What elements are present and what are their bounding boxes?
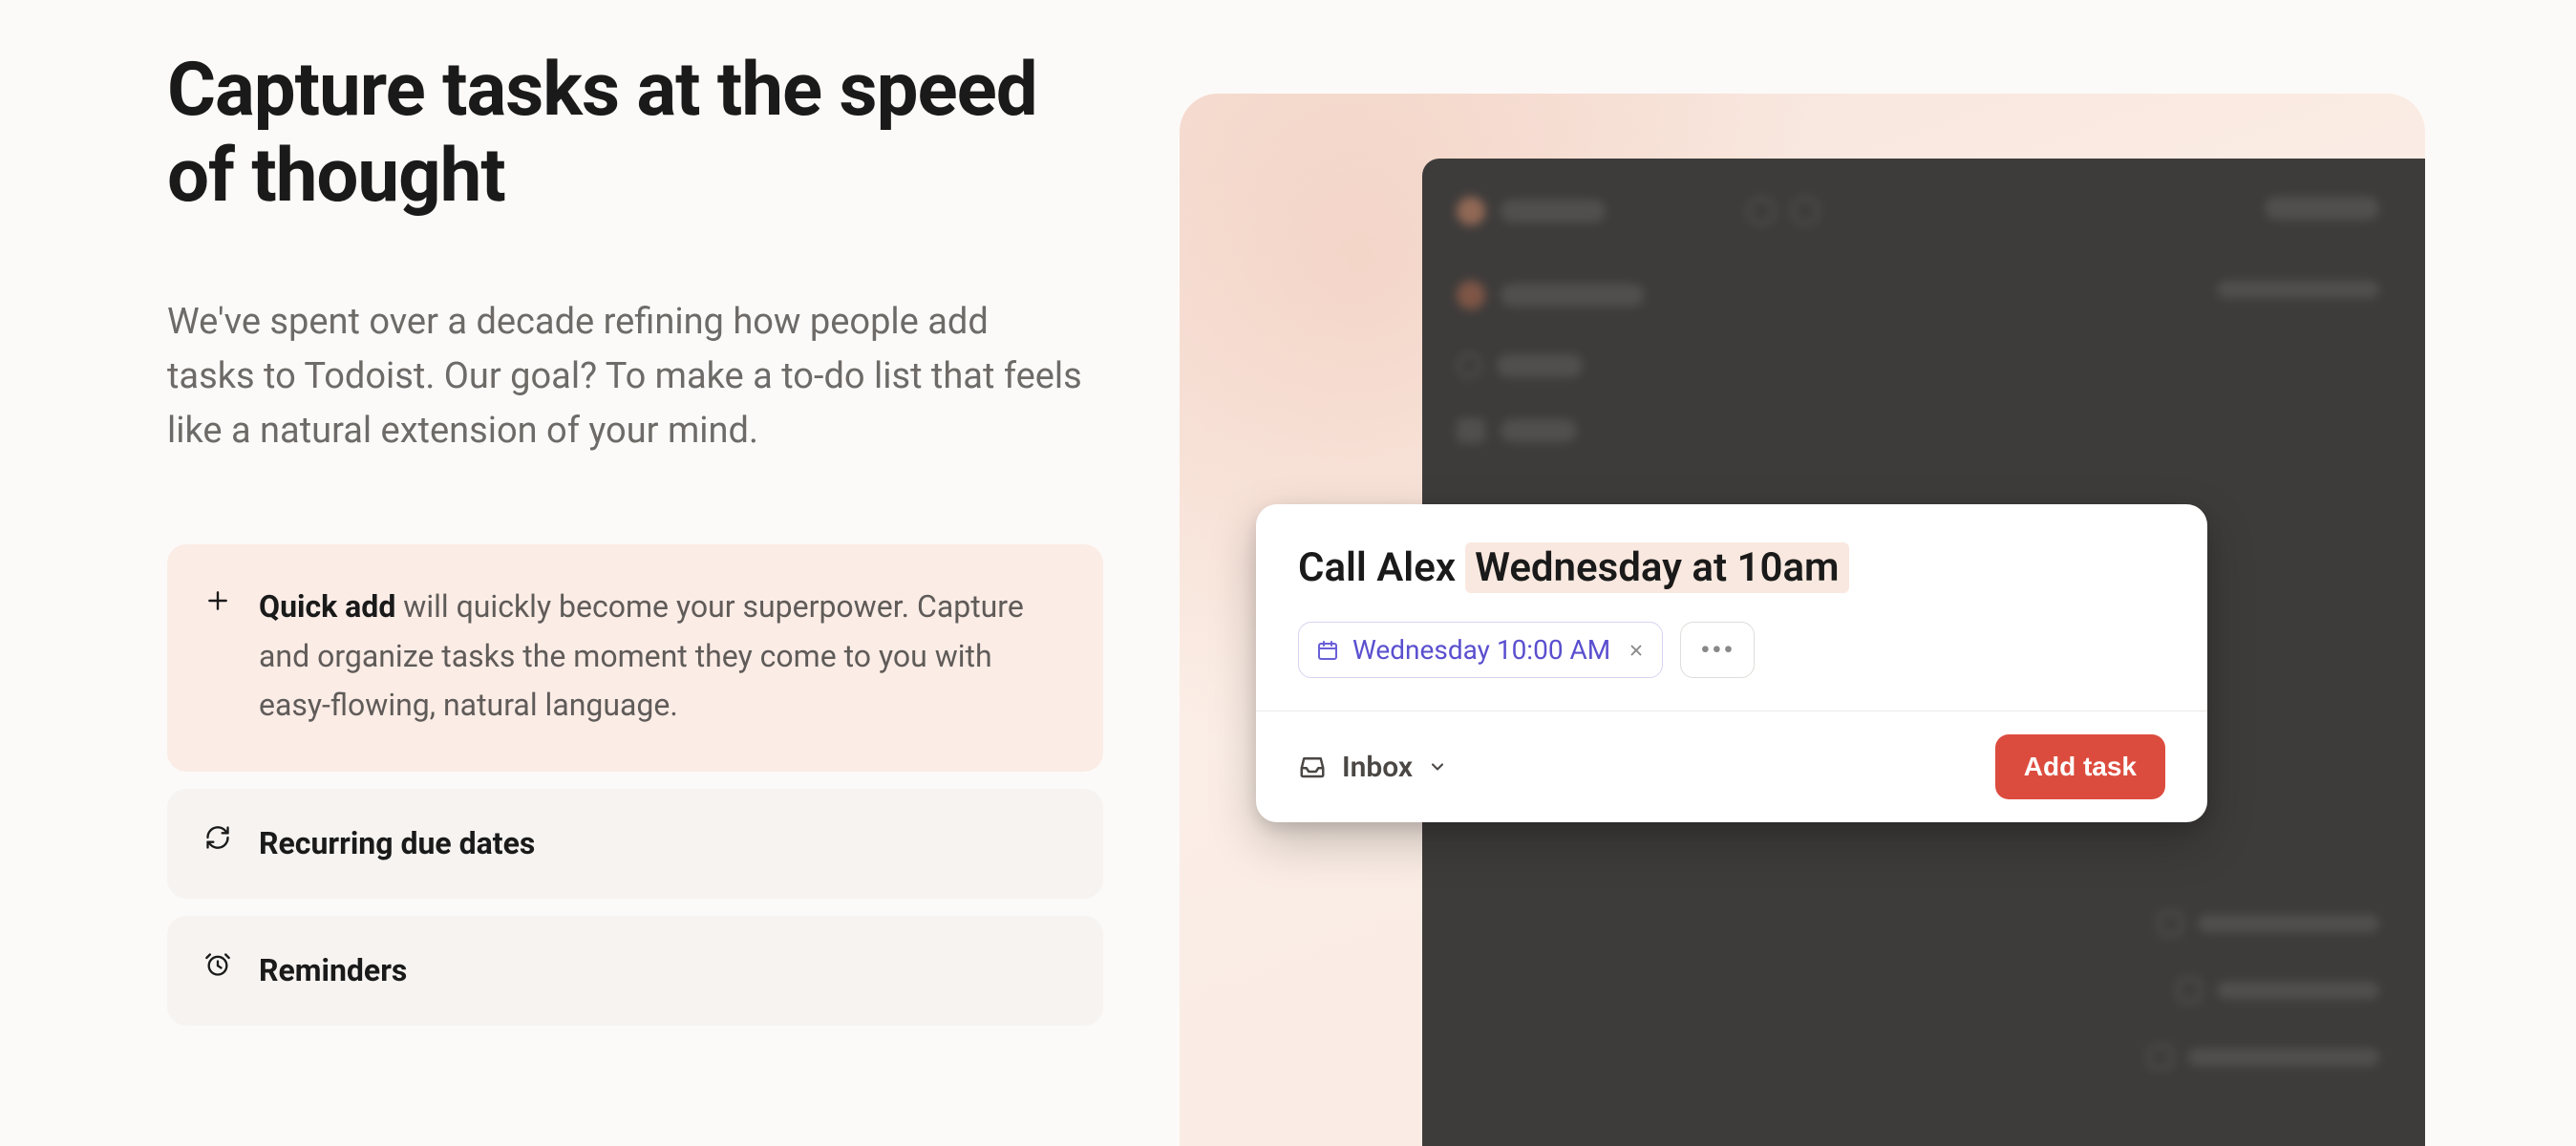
calendar-icon	[1316, 639, 1339, 662]
date-chip-label: Wednesday 10:00 AM	[1352, 634, 1610, 666]
feature-reminders[interactable]: Reminders	[167, 916, 1103, 1026]
feature-recurring[interactable]: Recurring due dates	[167, 789, 1103, 899]
more-actions-button[interactable]: •••	[1680, 622, 1755, 678]
quick-add-card: Call Alex Wednesday at 10am Wednesday 10…	[1256, 504, 2207, 822]
hero-heading: Capture tasks at the speed of thought	[167, 48, 1103, 219]
inbox-icon	[1298, 753, 1327, 781]
quick-add-highlight: Wednesday at 10am	[1465, 542, 1848, 593]
chevron-down-icon	[1428, 757, 1447, 776]
project-label: Inbox	[1342, 751, 1413, 784]
illustration-panel: Call Alex Wednesday at 10am Wednesday 10…	[1180, 94, 2425, 1146]
hero-subtext: We've spent over a decade refining how p…	[167, 295, 1084, 458]
reminder-icon	[203, 950, 232, 979]
feature-recurring-title: Recurring due dates	[259, 819, 535, 868]
quick-add-text: Call Alex	[1298, 544, 1456, 591]
date-chip[interactable]: Wednesday 10:00 AM	[1298, 622, 1663, 678]
feature-list: Quick add will quickly become your super…	[167, 544, 1103, 1026]
feature-reminders-title: Reminders	[259, 946, 407, 995]
date-chip-remove[interactable]	[1628, 642, 1645, 659]
project-selector[interactable]: Inbox	[1298, 751, 1447, 784]
feature-quick-add-title: Quick add	[259, 588, 395, 625]
add-task-button[interactable]: Add task	[1995, 734, 2165, 799]
feature-quick-add[interactable]: Quick add will quickly become your super…	[167, 544, 1103, 772]
recurring-icon	[203, 823, 232, 852]
plus-icon	[203, 586, 232, 615]
quick-add-input[interactable]: Call Alex Wednesday at 10am	[1256, 504, 2207, 622]
feature-quick-add-body: Quick add will quickly become your super…	[259, 583, 1067, 730]
more-icon: •••	[1700, 634, 1735, 666]
